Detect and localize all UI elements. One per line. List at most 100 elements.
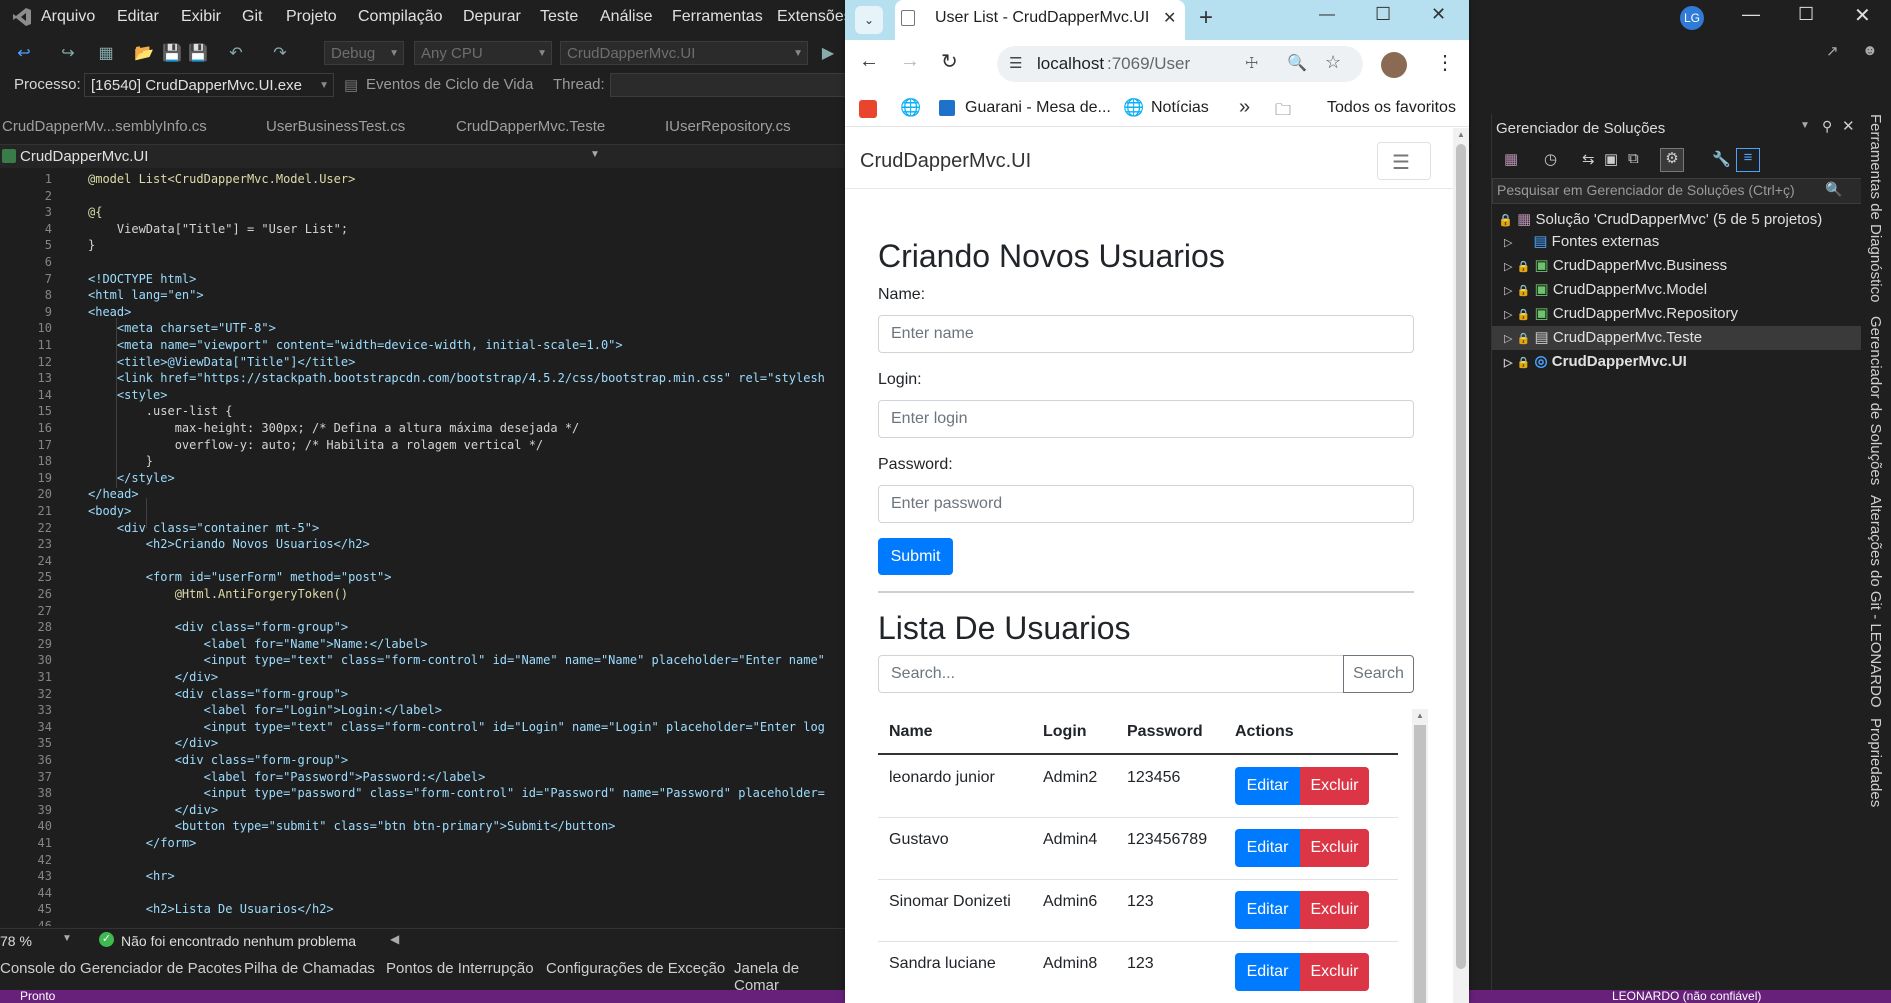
bookmark-app-icon[interactable] bbox=[859, 100, 877, 118]
save-icon[interactable]: 💾 bbox=[162, 44, 182, 64]
password-input[interactable]: Enter password bbox=[878, 485, 1414, 523]
code-line[interactable]: </head> bbox=[88, 487, 139, 501]
code-line[interactable]: } bbox=[88, 238, 95, 252]
back-icon[interactable]: ← bbox=[859, 50, 879, 73]
new-item-icon[interactable]: ▦ bbox=[96, 44, 116, 64]
code-line[interactable]: <h2>Criando Novos Usuarios</h2> bbox=[88, 537, 370, 551]
tab-command-window[interactable]: Janela de Comar bbox=[734, 960, 846, 994]
tab-search-icon[interactable]: ⌄ bbox=[855, 6, 883, 34]
code-line[interactable]: <div class="form-group"> bbox=[88, 753, 348, 767]
code-line[interactable]: .user-list { bbox=[88, 404, 233, 418]
scroll-left-icon[interactable]: ◀ bbox=[390, 932, 399, 946]
expand-arrow-icon[interactable]: ▷ bbox=[1504, 357, 1512, 369]
code-editor[interactable]: 1 @model List<CrudDapperMvc.Model.User> 2 3… bbox=[0, 168, 846, 926]
user-avatar[interactable]: LG bbox=[1680, 6, 1704, 30]
menu-git[interactable]: Git bbox=[242, 8, 262, 26]
tab-breakpoints[interactable]: Pontos de Interrupção bbox=[386, 960, 534, 977]
delete-button[interactable]: Excluir bbox=[1300, 829, 1369, 867]
list-scroll-thumb[interactable] bbox=[1414, 725, 1426, 1003]
code-line[interactable]: </form> bbox=[88, 836, 197, 850]
undo-icon[interactable]: ↶ bbox=[226, 44, 246, 64]
sync-icon[interactable]: ⇆ bbox=[1582, 150, 1595, 168]
code-line[interactable]: <hr> bbox=[88, 869, 175, 883]
menu-teste[interactable]: Teste bbox=[540, 8, 578, 26]
chevron-down-icon[interactable]: ▼ bbox=[590, 149, 600, 160]
redo-icon[interactable]: ↷ bbox=[270, 44, 290, 64]
zoom-icon[interactable]: 🔍 bbox=[1287, 53, 1307, 73]
minimize-icon[interactable]: — bbox=[1742, 4, 1760, 25]
navbar-toggler[interactable]: ☰ bbox=[1377, 142, 1431, 180]
zoom-level[interactable]: 78 % bbox=[0, 933, 32, 949]
scroll-up-icon[interactable]: ▲ bbox=[1416, 711, 1424, 720]
close-panel-icon[interactable]: ✕ bbox=[1842, 117, 1855, 135]
properties-wrench-icon[interactable]: 🔧 bbox=[1712, 150, 1731, 168]
expand-arrow-icon[interactable]: ▷ bbox=[1504, 309, 1512, 321]
edit-button[interactable]: Editar bbox=[1235, 829, 1300, 867]
start-icon[interactable]: ▶ bbox=[818, 44, 838, 64]
expand-arrow-icon[interactable]: ▷ bbox=[1504, 261, 1512, 273]
tab-userbusinesstest[interactable]: UserBusinessTest.cs bbox=[266, 118, 405, 135]
tab-crud-teste[interactable]: CrudDapperMvc.Teste bbox=[456, 118, 605, 135]
menu-depurar[interactable]: Depurar bbox=[463, 8, 521, 26]
delete-button[interactable]: Excluir bbox=[1300, 767, 1369, 805]
status-repo[interactable]: LEONARDO (não confiável) bbox=[1612, 990, 1761, 1003]
code-line[interactable]: <input type="text" class="form-control" … bbox=[88, 653, 825, 667]
code-line[interactable]: <form id="userForm" method="post"> bbox=[88, 570, 392, 584]
code-line[interactable]: } bbox=[88, 454, 153, 468]
side-tab-git-changes[interactable]: Alterações do Git - LEONARDO bbox=[1867, 495, 1884, 708]
side-tab-diagnostics[interactable]: Ferramentas de Diagnóstico bbox=[1867, 114, 1884, 302]
no-issues-text[interactable]: Não foi encontrado nenhum problema bbox=[121, 933, 356, 949]
browser-tab-active[interactable]: User List - CrudDapperMvc.UI ✕ bbox=[895, 0, 1185, 40]
tree-item-business[interactable]: ▷ 🔒 ▣ CrudDapperMvc.Business bbox=[1504, 256, 1727, 274]
login-input[interactable]: Enter login bbox=[878, 400, 1414, 438]
side-tab-properties[interactable]: Propriedades bbox=[1867, 718, 1884, 807]
menu-compilacao[interactable]: Compilação bbox=[358, 8, 442, 26]
code-line[interactable]: </div> bbox=[88, 736, 218, 750]
close-tab-icon[interactable]: ✕ bbox=[1163, 8, 1176, 28]
site-info-icon[interactable]: ☰ bbox=[1009, 54, 1022, 72]
code-line[interactable]: </style> bbox=[88, 471, 175, 485]
edit-button[interactable]: Editar bbox=[1235, 953, 1300, 991]
forward-icon[interactable]: → bbox=[900, 50, 920, 73]
tree-item-repository[interactable]: ▷ 🔒 ▣ CrudDapperMvc.Repository bbox=[1504, 304, 1738, 322]
code-line[interactable]: ViewData["Title"] = "User List"; bbox=[88, 222, 348, 236]
reload-icon[interactable]: ↻ bbox=[941, 49, 958, 74]
tab-exception-settings[interactable]: Configurações de Exceção bbox=[546, 960, 725, 977]
solution-root[interactable]: 🔒 ▦ Solução 'CrudDapperMvc' (5 de 5 proj… bbox=[1498, 210, 1822, 228]
thread-select[interactable] bbox=[610, 73, 846, 97]
page-scroll-thumb[interactable] bbox=[1456, 144, 1466, 969]
code-line[interactable]: @{ bbox=[88, 205, 102, 219]
lifecycle-events-button[interactable]: Eventos de Ciclo de Vida bbox=[366, 76, 533, 93]
more-menu-icon[interactable]: ⋮ bbox=[1435, 50, 1455, 75]
code-line[interactable]: <div class="form-group"> bbox=[88, 620, 348, 634]
browser-maximize-icon[interactable]: ☐ bbox=[1375, 4, 1391, 25]
panel-menu-icon[interactable]: ▼ bbox=[1800, 120, 1810, 131]
profile-avatar[interactable] bbox=[1381, 52, 1407, 78]
expand-arrow-icon[interactable]: ▷ bbox=[1504, 237, 1512, 249]
code-line[interactable]: @Html.AntiForgeryToken() bbox=[88, 587, 348, 601]
menu-editar[interactable]: Editar bbox=[117, 8, 159, 26]
browser-close-icon[interactable]: ✕ bbox=[1431, 4, 1446, 25]
list-scrollbar[interactable]: ▲ bbox=[1412, 709, 1428, 1003]
close-icon[interactable]: ✕ bbox=[1854, 3, 1871, 28]
code-line[interactable]: <input type="password" class="form-contr… bbox=[88, 786, 825, 800]
tab-call-stack[interactable]: Pilha de Chamadas bbox=[244, 960, 375, 977]
bookmark-star-icon[interactable]: ☆ bbox=[1325, 52, 1341, 73]
code-line[interactable]: <!DOCTYPE html> bbox=[88, 272, 196, 286]
code-line[interactable]: <button type="submit" class="btn btn-pri… bbox=[88, 819, 616, 833]
address-bar[interactable]: ☰ localhost :7069/User ☩ 🔍 ☆ bbox=[997, 46, 1363, 82]
project-select[interactable]: CrudDapperMvc.UI bbox=[20, 148, 148, 165]
code-line[interactable]: @model List<CrudDapperMvc.Model.User> bbox=[88, 172, 355, 186]
translate-icon[interactable]: ☩ bbox=[1245, 54, 1258, 72]
person-icon[interactable]: ☻ bbox=[1862, 42, 1878, 59]
tree-item-external[interactable]: ▷ ▤ Fontes externas bbox=[1504, 232, 1659, 250]
menu-exibir[interactable]: Exibir bbox=[181, 8, 221, 26]
new-tab-icon[interactable]: + bbox=[1199, 4, 1213, 32]
tree-item-teste[interactable]: ▷ 🔒 ▤ CrudDapperMvc.Teste bbox=[1504, 328, 1702, 346]
code-line[interactable]: <link href="https://stackpath.bootstrapc… bbox=[88, 371, 825, 385]
filter-icon[interactable]: ⚙ bbox=[1660, 148, 1684, 172]
edit-button[interactable]: Editar bbox=[1235, 767, 1300, 805]
delete-button[interactable]: Excluir bbox=[1300, 891, 1369, 929]
code-line[interactable]: <meta name="viewport" content="width=dev… bbox=[88, 338, 623, 352]
globe-icon[interactable]: 🌐 bbox=[900, 98, 921, 118]
